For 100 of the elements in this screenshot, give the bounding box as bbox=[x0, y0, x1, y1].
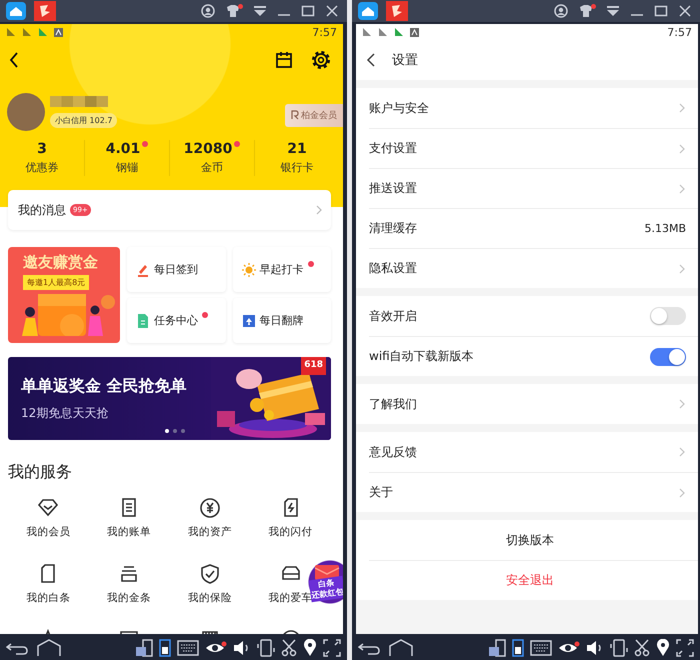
keyboard-icon[interactable] bbox=[530, 640, 552, 656]
stat-label[interactable]: 钢镚 bbox=[116, 160, 138, 175]
settings-item[interactable]: 关于 bbox=[369, 472, 698, 512]
stat-value[interactable]: 4.01 bbox=[106, 141, 140, 157]
settings-item[interactable]: 音效开启 bbox=[369, 296, 698, 336]
toggle-switch[interactable] bbox=[650, 348, 686, 366]
service-button[interactable]: 我的保险 bbox=[188, 562, 232, 605]
portrait-icon[interactable] bbox=[512, 639, 524, 657]
stat-label[interactable]: 金币 bbox=[201, 160, 223, 175]
cache-size: 5.13MB bbox=[644, 222, 686, 235]
service-button[interactable]: 我的白条 bbox=[26, 562, 70, 605]
logout-button[interactable]: 安全退出 bbox=[369, 560, 698, 600]
quick-action[interactable]: 每日翻牌 bbox=[232, 298, 331, 343]
page-dot[interactable] bbox=[181, 429, 185, 433]
account-icon[interactable] bbox=[554, 4, 568, 18]
stat-value[interactable]: 12080 bbox=[184, 141, 232, 157]
multi-window-icon[interactable] bbox=[135, 639, 153, 657]
location-icon[interactable] bbox=[656, 639, 670, 657]
maximize-icon[interactable] bbox=[301, 5, 315, 17]
service-button[interactable]: 我的会员 bbox=[26, 496, 70, 539]
toggle-switch[interactable] bbox=[650, 307, 686, 325]
shield-icon bbox=[198, 563, 221, 585]
status-time: 7:57 bbox=[312, 26, 337, 38]
chevron-icon bbox=[679, 103, 686, 113]
settings-item[interactable]: 账户与安全 bbox=[369, 88, 698, 128]
redacted-name bbox=[50, 96, 108, 107]
portrait-icon[interactable] bbox=[159, 639, 171, 657]
status-time: 7:57 bbox=[667, 26, 692, 38]
sun-icon bbox=[242, 262, 256, 278]
diamond-icon bbox=[37, 497, 60, 519]
page-dot[interactable] bbox=[165, 429, 169, 433]
home-icon[interactable] bbox=[36, 639, 62, 657]
back-icon[interactable] bbox=[366, 52, 376, 68]
dropdown-icon[interactable] bbox=[606, 5, 620, 17]
settings-item[interactable]: 隐私设置 bbox=[369, 248, 698, 288]
maximize-icon[interactable] bbox=[654, 5, 668, 17]
stat-label[interactable]: 优惠券 bbox=[26, 160, 58, 175]
multi-window-icon[interactable] bbox=[488, 639, 506, 657]
app-icon[interactable] bbox=[34, 1, 56, 21]
fullscreen-icon[interactable] bbox=[676, 639, 694, 657]
calendar-icon[interactable] bbox=[275, 51, 293, 69]
chevron-icon bbox=[679, 399, 686, 409]
back-icon[interactable] bbox=[8, 51, 20, 69]
input-method-icon bbox=[54, 28, 63, 36]
banner-title: 单单返奖金 全民抢免单 bbox=[21, 376, 188, 396]
settings-item[interactable]: wifi自动下载新版本 bbox=[369, 336, 698, 376]
section-title: 我的服务 bbox=[8, 460, 73, 482]
page-dot[interactable] bbox=[173, 429, 177, 433]
close-icon[interactable] bbox=[678, 5, 692, 17]
service-button[interactable]: 我的账单 bbox=[107, 496, 152, 539]
settings-icon[interactable] bbox=[311, 50, 331, 70]
promo-banner[interactable]: 单单返奖金 全民抢免单 12期免息天天抢 618 bbox=[8, 357, 331, 440]
app-home-icon[interactable] bbox=[6, 2, 26, 20]
scissors-icon[interactable] bbox=[281, 639, 297, 657]
stat-label[interactable]: 银行卡 bbox=[280, 160, 314, 175]
envelope-icon bbox=[314, 564, 340, 580]
member-card[interactable]: 柏金会员 bbox=[285, 104, 343, 126]
close-icon[interactable] bbox=[325, 5, 339, 17]
input-method-icon bbox=[410, 28, 419, 36]
promo-subtitle: 每邀1人最高8元 bbox=[23, 275, 90, 290]
settings-item[interactable]: 意见反馈 bbox=[369, 432, 698, 472]
fullscreen-icon[interactable] bbox=[323, 639, 341, 657]
home-icon[interactable] bbox=[388, 639, 414, 657]
chevron-icon bbox=[679, 488, 686, 498]
chevron-icon bbox=[316, 205, 323, 215]
quick-action[interactable]: 任务中心 bbox=[127, 298, 226, 343]
account-icon[interactable] bbox=[201, 4, 215, 18]
shirt-icon[interactable] bbox=[578, 4, 596, 18]
yen-icon bbox=[198, 497, 221, 519]
service-button[interactable]: 我的闪付 bbox=[268, 496, 313, 539]
chevron-icon bbox=[679, 447, 686, 457]
shake-icon[interactable] bbox=[257, 639, 275, 657]
settings-item[interactable]: 推送设置 bbox=[369, 168, 698, 208]
chevron-icon bbox=[679, 264, 686, 274]
scissors-icon[interactable] bbox=[634, 639, 650, 657]
stat-value[interactable]: 3 bbox=[37, 141, 47, 157]
app-icon[interactable] bbox=[386, 1, 408, 21]
settings-item[interactable]: 支付设置 bbox=[369, 128, 698, 168]
page-title: 设置 bbox=[392, 52, 418, 69]
settings-item[interactable]: 清理缓存 5.13MB bbox=[369, 208, 698, 248]
avatar bbox=[6, 90, 46, 134]
credit-badge: 小白信用 102.7 bbox=[50, 113, 118, 128]
quick-action[interactable]: 每日签到 bbox=[127, 247, 226, 292]
stat-value[interactable]: 21 bbox=[287, 141, 307, 157]
promo-card[interactable]: 邀友赚赏金 每邀1人最高8元 bbox=[8, 247, 120, 343]
service-button[interactable]: 我的资产 bbox=[188, 496, 232, 539]
app-home-icon[interactable] bbox=[358, 2, 378, 20]
quick-action[interactable]: 早起打卡 bbox=[232, 247, 331, 292]
promo-title: 邀友赚赏金 bbox=[23, 253, 98, 272]
card-icon bbox=[242, 312, 256, 328]
shake-icon[interactable] bbox=[610, 639, 628, 657]
switch-version-button[interactable]: 切换版本 bbox=[369, 520, 698, 560]
location-icon[interactable] bbox=[303, 639, 317, 657]
banner-subtitle: 12期免息天天抢 bbox=[21, 404, 110, 422]
dropdown-icon[interactable] bbox=[253, 5, 267, 17]
shirt-icon[interactable] bbox=[225, 4, 243, 18]
service-button[interactable]: 我的金条 bbox=[107, 562, 152, 605]
chevron-icon bbox=[679, 144, 686, 154]
promo-tag: 618 bbox=[301, 357, 326, 375]
keyboard-icon[interactable] bbox=[177, 640, 199, 656]
